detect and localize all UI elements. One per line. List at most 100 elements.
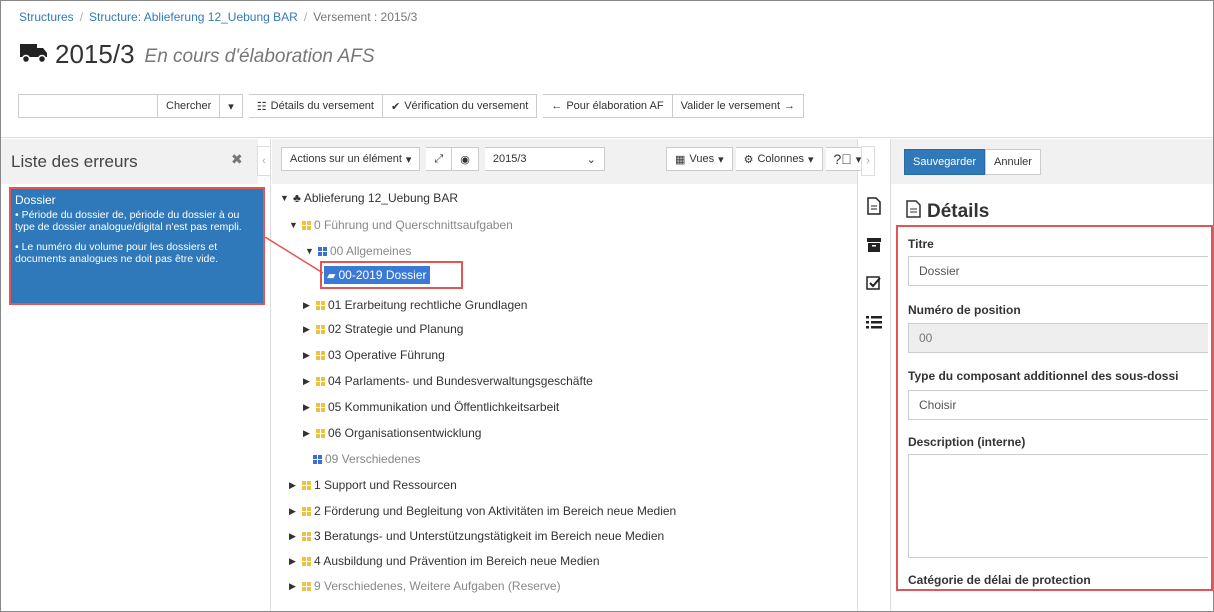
back-to-elaboration-button[interactable]: ← Pour élaboration AF bbox=[543, 94, 673, 118]
document-icon bbox=[906, 200, 921, 224]
arrow-right-icon: → bbox=[784, 100, 796, 112]
checklist-icon[interactable] bbox=[864, 275, 884, 296]
description-textarea[interactable] bbox=[908, 454, 1208, 558]
caret-right-icon[interactable]: ▶ bbox=[289, 480, 299, 491]
folder-icon bbox=[302, 556, 311, 566]
arrow-left-icon: ← bbox=[551, 100, 563, 112]
list-icon: ☷ bbox=[256, 100, 267, 113]
caret-down-icon[interactable]: ▼ bbox=[305, 246, 315, 256]
eye-button[interactable]: ◉ bbox=[452, 147, 479, 171]
archive-icon[interactable] bbox=[864, 237, 884, 258]
breadcrumb-structure[interactable]: Structure: Ablieferung 12_Uebung BAR bbox=[89, 10, 298, 24]
book-icon: ▰ bbox=[327, 269, 336, 282]
icon-rail-divider bbox=[890, 139, 891, 611]
details-button[interactable]: ☷ Détails du versement bbox=[248, 94, 383, 118]
version-select[interactable]: 2015/3 ⌄ bbox=[484, 147, 605, 171]
tree-node[interactable]: ▼ 0 Führung und Querschnittsaufgaben bbox=[289, 218, 513, 232]
folder-icon bbox=[302, 480, 311, 490]
error-message: • Le numéro du volume pour les dossiers … bbox=[15, 240, 219, 266]
tree-node[interactable]: ▶ 06 Organisationsentwicklung bbox=[303, 426, 481, 440]
position-input: 00 bbox=[908, 323, 1208, 353]
caret-right-icon[interactable]: ▶ bbox=[289, 531, 299, 542]
folder-icon bbox=[302, 531, 311, 541]
errors-pane-divider bbox=[270, 139, 271, 611]
caret-down-icon[interactable]: ▼ bbox=[289, 220, 299, 230]
collapse-left-arrow[interactable]: ‹ bbox=[257, 146, 271, 176]
error-heading: Dossier bbox=[15, 193, 56, 207]
validate-button[interactable]: Valider le versement → bbox=[672, 94, 805, 118]
type-label: Type du composant additionnel des sous-d… bbox=[908, 369, 1179, 383]
breadcrumb-structures[interactable]: Structures bbox=[19, 10, 74, 24]
tree-node[interactable]: ▶ 4 Ausbildung und Prävention im Bereich… bbox=[289, 554, 600, 568]
list-icon[interactable] bbox=[864, 315, 884, 334]
expand-icon: ⤢ bbox=[434, 152, 444, 165]
folder-icon bbox=[313, 454, 322, 464]
error-item[interactable]: Dossier • Période du dossier de, période… bbox=[9, 187, 265, 305]
tree-node[interactable]: ▶ 01 Erarbeitung rechtliche Grundlagen bbox=[303, 298, 527, 312]
position-label: Numéro de position bbox=[908, 303, 1021, 317]
tree-node[interactable]: 09 Verschiedenes bbox=[313, 452, 420, 466]
tree-node[interactable]: ▼ 00 Allgemeines bbox=[305, 244, 411, 258]
columns-dropdown[interactable]: ⚙ Colonnes ▾ bbox=[735, 147, 823, 171]
caret-right-icon[interactable]: ▶ bbox=[303, 376, 313, 387]
app-frame: Structures / Structure: Ablieferung 12_Ueb… bbox=[0, 0, 1214, 612]
help-icon: ?⃝ bbox=[833, 151, 852, 167]
expand-button[interactable]: ⤢ bbox=[426, 147, 453, 171]
breadcrumb: Structures / Structure: Ablieferung 12_Ueb… bbox=[19, 10, 418, 24]
search-options-dropdown[interactable]: ▾ bbox=[220, 94, 243, 118]
document-icon[interactable] bbox=[864, 197, 884, 220]
actions-dropdown[interactable]: Actions sur un élément ▾ bbox=[281, 147, 421, 171]
truck-icon bbox=[19, 41, 49, 68]
gear-icon: ⚙ bbox=[743, 153, 754, 166]
titre-input[interactable]: Dossier bbox=[908, 256, 1208, 286]
caret-down-icon[interactable]: ▼ bbox=[280, 193, 290, 203]
error-message: • Période du dossier de, période du doss… bbox=[15, 208, 242, 234]
cancel-button[interactable]: Annuler bbox=[985, 149, 1041, 175]
caret-right-icon[interactable]: ▶ bbox=[303, 324, 313, 335]
folder-icon bbox=[316, 402, 325, 412]
chevron-down-icon: ⌄ bbox=[586, 153, 596, 166]
caret-right-icon[interactable]: ▶ bbox=[303, 428, 313, 439]
caret-down-icon: ▾ bbox=[807, 153, 814, 166]
close-icon[interactable]: ✖ bbox=[231, 151, 243, 168]
save-button[interactable]: Sauvegarder bbox=[904, 149, 985, 175]
tree-node[interactable]: ▶ 02 Strategie und Planung bbox=[303, 322, 463, 336]
caret-right-icon[interactable]: ▶ bbox=[303, 350, 313, 361]
type-select[interactable]: Choisir bbox=[908, 390, 1208, 420]
breadcrumb-current: Versement : 2015/3 bbox=[313, 10, 418, 24]
folder-icon bbox=[316, 350, 325, 360]
description-label: Description (interne) bbox=[908, 435, 1026, 449]
folder-icon bbox=[316, 428, 325, 438]
tree-node[interactable]: ▶ 03 Operative Führung bbox=[303, 348, 445, 362]
titre-label: Titre bbox=[908, 237, 934, 251]
verify-button[interactable]: ✔ Vérification du versement bbox=[382, 94, 538, 118]
caret-right-icon[interactable]: ▶ bbox=[289, 506, 299, 517]
check-icon: ✔ bbox=[390, 100, 401, 113]
tree-view-toolbar: ▦ Vues ▾ ⚙ Colonnes ▾ ?⃝ ▾ bbox=[666, 147, 871, 173]
tree-node[interactable]: ▶ 2 Förderung und Begleitung von Aktivit… bbox=[289, 504, 676, 518]
search-input[interactable] bbox=[18, 94, 157, 118]
views-dropdown[interactable]: ▦ Vues ▾ bbox=[666, 147, 733, 171]
header-divider bbox=[1, 137, 1213, 138]
tree-node-selected[interactable]: ▰ 00-2019 Dossier bbox=[320, 261, 463, 289]
tree-node[interactable]: ▶ 1 Support und Ressourcen bbox=[289, 478, 457, 492]
caret-down-icon: ▾ bbox=[405, 153, 412, 166]
search-button[interactable]: Chercher bbox=[157, 94, 221, 118]
tree-node[interactable]: ▶ 04 Parlaments- und Bundesverwaltungsge… bbox=[303, 374, 593, 388]
tree-root[interactable]: ▼ ♣ Ablieferung 12_Uebung BAR bbox=[280, 191, 458, 205]
folder-icon bbox=[316, 300, 325, 310]
protection-label: Catégorie de délai de protection bbox=[908, 573, 1091, 587]
page-header: 2015/3 En cours d'élaboration AFS bbox=[19, 39, 375, 70]
collapse-right-arrow[interactable]: › bbox=[861, 146, 875, 176]
caret-right-icon[interactable]: ▶ bbox=[289, 556, 299, 567]
errors-panel-title: Liste des erreurs bbox=[11, 152, 138, 171]
caret-right-icon[interactable]: ▶ bbox=[289, 581, 299, 592]
tree-node[interactable]: ▶ 3 Beratungs- und Unterstützungstätigke… bbox=[289, 529, 664, 543]
details-title: Détails bbox=[906, 200, 989, 224]
caret-down-icon: ▾ bbox=[718, 153, 724, 166]
tree-node[interactable]: ▶ 05 Kommunikation und Öffentlichkeitsar… bbox=[303, 400, 559, 414]
caret-right-icon[interactable]: ▶ bbox=[303, 402, 313, 413]
tree-node[interactable]: ▶ 9 Verschiedenes, Weitere Aufgaben (Res… bbox=[289, 579, 561, 593]
caret-right-icon[interactable]: ▶ bbox=[303, 300, 313, 311]
folder-icon bbox=[302, 506, 311, 516]
